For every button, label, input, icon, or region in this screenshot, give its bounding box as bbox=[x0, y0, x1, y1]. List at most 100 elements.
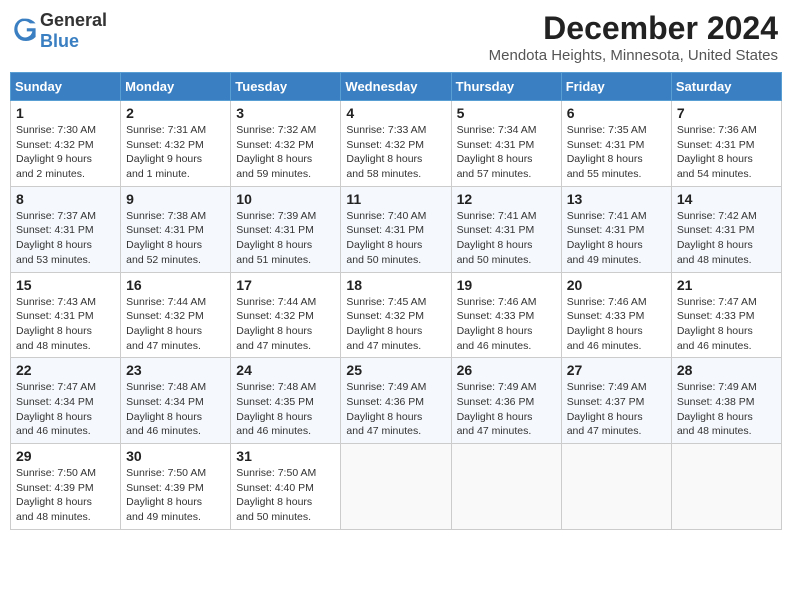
day-info: Sunrise: 7:41 AMSunset: 4:31 PMDaylight … bbox=[457, 209, 556, 268]
day-info: Sunrise: 7:48 AMSunset: 4:34 PMDaylight … bbox=[126, 380, 225, 439]
day-info: Sunrise: 7:31 AMSunset: 4:32 PMDaylight … bbox=[126, 123, 225, 182]
day-info: Sunrise: 7:46 AMSunset: 4:33 PMDaylight … bbox=[457, 295, 556, 354]
calendar-cell: 10 Sunrise: 7:39 AMSunset: 4:31 PMDayligh… bbox=[231, 186, 341, 272]
calendar-cell: 23 Sunrise: 7:48 AMSunset: 4:34 PMDayligh… bbox=[121, 358, 231, 444]
column-header-wednesday: Wednesday bbox=[341, 73, 451, 101]
title-section: December 2024 Mendota Heights, Minnesota… bbox=[489, 10, 778, 64]
page-header: General Blue December 2024 Mendota Heigh… bbox=[10, 10, 782, 64]
day-number: 31 bbox=[236, 448, 335, 464]
day-info: Sunrise: 7:43 AMSunset: 4:31 PMDaylight … bbox=[16, 295, 115, 354]
column-header-saturday: Saturday bbox=[671, 73, 781, 101]
day-number: 28 bbox=[677, 362, 776, 378]
calendar-cell: 16 Sunrise: 7:44 AMSunset: 4:32 PMDayligh… bbox=[121, 272, 231, 358]
calendar-week-row: 1 Sunrise: 7:30 AMSunset: 4:32 PMDaylight… bbox=[11, 101, 782, 187]
calendar-cell: 4Sunrise: 7:33 AMSunset: 4:32 PMDaylight… bbox=[341, 101, 451, 187]
calendar-header-row: SundayMondayTuesdayWednesdayThursdayFrid… bbox=[11, 73, 782, 101]
calendar-cell: 27 Sunrise: 7:49 AMSunset: 4:37 PMDayligh… bbox=[561, 358, 671, 444]
calendar-cell: 17Sunrise: 7:44 AMSunset: 4:32 PMDayligh… bbox=[231, 272, 341, 358]
calendar-cell: 14 Sunrise: 7:42 AMSunset: 4:31 PMDayligh… bbox=[671, 186, 781, 272]
calendar-cell: 31 Sunrise: 7:50 AMSunset: 4:40 PMDayligh… bbox=[231, 444, 341, 530]
day-info: Sunrise: 7:47 AMSunset: 4:33 PMDaylight … bbox=[677, 295, 776, 354]
calendar-week-row: 15 Sunrise: 7:43 AMSunset: 4:31 PMDayligh… bbox=[11, 272, 782, 358]
day-number: 3 bbox=[236, 105, 335, 121]
day-number: 30 bbox=[126, 448, 225, 464]
calendar-cell: 3Sunrise: 7:32 AMSunset: 4:32 PMDaylight… bbox=[231, 101, 341, 187]
day-info: Sunrise: 7:49 AMSunset: 4:38 PMDaylight … bbox=[677, 380, 776, 439]
calendar-cell: 8Sunrise: 7:37 AMSunset: 4:31 PMDaylight… bbox=[11, 186, 121, 272]
day-number: 10 bbox=[236, 191, 335, 207]
day-info: Sunrise: 7:40 AMSunset: 4:31 PMDaylight … bbox=[346, 209, 445, 268]
day-info: Sunrise: 7:50 AMSunset: 4:40 PMDaylight … bbox=[236, 466, 335, 525]
day-number: 12 bbox=[457, 191, 556, 207]
column-header-monday: Monday bbox=[121, 73, 231, 101]
day-info: Sunrise: 7:30 AMSunset: 4:32 PMDaylight … bbox=[16, 123, 115, 182]
day-info: Sunrise: 7:45 AMSunset: 4:32 PMDaylight … bbox=[346, 295, 445, 354]
day-info: Sunrise: 7:44 AMSunset: 4:32 PMDaylight … bbox=[126, 295, 225, 354]
day-number: 21 bbox=[677, 277, 776, 293]
day-number: 11 bbox=[346, 191, 445, 207]
calendar-cell: 9Sunrise: 7:38 AMSunset: 4:31 PMDaylight… bbox=[121, 186, 231, 272]
day-info: Sunrise: 7:33 AMSunset: 4:32 PMDaylight … bbox=[346, 123, 445, 182]
day-info: Sunrise: 7:42 AMSunset: 4:31 PMDaylight … bbox=[677, 209, 776, 268]
calendar-cell bbox=[671, 444, 781, 530]
calendar-cell: 11 Sunrise: 7:40 AMSunset: 4:31 PMDayligh… bbox=[341, 186, 451, 272]
calendar-cell: 26Sunrise: 7:49 AMSunset: 4:36 PMDayligh… bbox=[451, 358, 561, 444]
day-number: 19 bbox=[457, 277, 556, 293]
day-info: Sunrise: 7:41 AMSunset: 4:31 PMDaylight … bbox=[567, 209, 666, 268]
calendar-cell: 13 Sunrise: 7:41 AMSunset: 4:31 PMDayligh… bbox=[561, 186, 671, 272]
day-info: Sunrise: 7:47 AMSunset: 4:34 PMDaylight … bbox=[16, 380, 115, 439]
day-number: 8 bbox=[16, 191, 115, 207]
logo-general-text: General bbox=[40, 10, 107, 30]
calendar-cell: 20 Sunrise: 7:46 AMSunset: 4:33 PMDayligh… bbox=[561, 272, 671, 358]
day-info: Sunrise: 7:35 AMSunset: 4:31 PMDaylight … bbox=[567, 123, 666, 182]
calendar-cell: 15 Sunrise: 7:43 AMSunset: 4:31 PMDayligh… bbox=[11, 272, 121, 358]
day-number: 5 bbox=[457, 105, 556, 121]
calendar-cell: 25Sunrise: 7:49 AMSunset: 4:36 PMDayligh… bbox=[341, 358, 451, 444]
logo-blue-text: Blue bbox=[40, 31, 79, 51]
day-number: 29 bbox=[16, 448, 115, 464]
calendar-cell: 1 Sunrise: 7:30 AMSunset: 4:32 PMDaylight… bbox=[11, 101, 121, 187]
day-info: Sunrise: 7:36 AMSunset: 4:31 PMDaylight … bbox=[677, 123, 776, 182]
day-number: 13 bbox=[567, 191, 666, 207]
day-info: Sunrise: 7:34 AMSunset: 4:31 PMDaylight … bbox=[457, 123, 556, 182]
calendar-cell: 12 Sunrise: 7:41 AMSunset: 4:31 PMDayligh… bbox=[451, 186, 561, 272]
day-info: Sunrise: 7:49 AMSunset: 4:36 PMDaylight … bbox=[457, 380, 556, 439]
calendar-cell: 22 Sunrise: 7:47 AMSunset: 4:34 PMDayligh… bbox=[11, 358, 121, 444]
day-number: 16 bbox=[126, 277, 225, 293]
day-number: 17 bbox=[236, 277, 335, 293]
calendar-table: SundayMondayTuesdayWednesdayThursdayFrid… bbox=[10, 72, 782, 530]
day-info: Sunrise: 7:46 AMSunset: 4:33 PMDaylight … bbox=[567, 295, 666, 354]
calendar-cell: 21 Sunrise: 7:47 AMSunset: 4:33 PMDayligh… bbox=[671, 272, 781, 358]
day-number: 2 bbox=[126, 105, 225, 121]
day-number: 23 bbox=[126, 362, 225, 378]
calendar-cell: 6Sunrise: 7:35 AMSunset: 4:31 PMDaylight… bbox=[561, 101, 671, 187]
calendar-cell: 2 Sunrise: 7:31 AMSunset: 4:32 PMDaylight… bbox=[121, 101, 231, 187]
day-number: 7 bbox=[677, 105, 776, 121]
day-number: 18 bbox=[346, 277, 445, 293]
calendar-cell: 7 Sunrise: 7:36 AMSunset: 4:31 PMDaylight… bbox=[671, 101, 781, 187]
column-header-sunday: Sunday bbox=[11, 73, 121, 101]
day-info: Sunrise: 7:39 AMSunset: 4:31 PMDaylight … bbox=[236, 209, 335, 268]
day-number: 20 bbox=[567, 277, 666, 293]
day-info: Sunrise: 7:50 AMSunset: 4:39 PMDaylight … bbox=[16, 466, 115, 525]
column-header-tuesday: Tuesday bbox=[231, 73, 341, 101]
calendar-week-row: 8Sunrise: 7:37 AMSunset: 4:31 PMDaylight… bbox=[11, 186, 782, 272]
day-info: Sunrise: 7:49 AMSunset: 4:37 PMDaylight … bbox=[567, 380, 666, 439]
day-number: 27 bbox=[567, 362, 666, 378]
day-number: 9 bbox=[126, 191, 225, 207]
calendar-subtitle: Mendota Heights, Minnesota, United State… bbox=[489, 47, 778, 64]
calendar-cell bbox=[451, 444, 561, 530]
day-number: 25 bbox=[346, 362, 445, 378]
calendar-cell: 28 Sunrise: 7:49 AMSunset: 4:38 PMDayligh… bbox=[671, 358, 781, 444]
calendar-cell bbox=[341, 444, 451, 530]
day-number: 22 bbox=[16, 362, 115, 378]
day-number: 1 bbox=[16, 105, 115, 121]
day-number: 15 bbox=[16, 277, 115, 293]
calendar-cell: 18 Sunrise: 7:45 AMSunset: 4:32 PMDayligh… bbox=[341, 272, 451, 358]
calendar-cell: 5 Sunrise: 7:34 AMSunset: 4:31 PMDaylight… bbox=[451, 101, 561, 187]
calendar-cell: 29 Sunrise: 7:50 AMSunset: 4:39 PMDayligh… bbox=[11, 444, 121, 530]
day-number: 14 bbox=[677, 191, 776, 207]
calendar-cell: 19 Sunrise: 7:46 AMSunset: 4:33 PMDayligh… bbox=[451, 272, 561, 358]
calendar-cell bbox=[561, 444, 671, 530]
day-info: Sunrise: 7:50 AMSunset: 4:39 PMDaylight … bbox=[126, 466, 225, 525]
